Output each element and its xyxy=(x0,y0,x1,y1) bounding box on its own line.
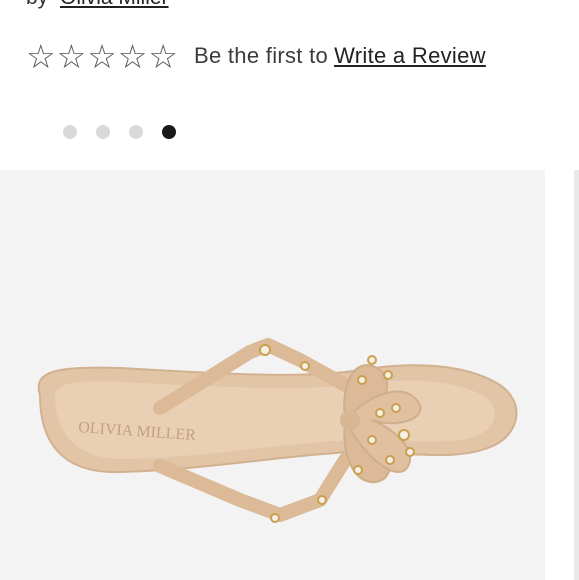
carousel-pagination xyxy=(63,125,176,139)
star-empty-icon: ☆ xyxy=(117,36,148,76)
product-image[interactable]: OLIVIA MILLER xyxy=(0,170,545,580)
carousel-dot-active[interactable] xyxy=(162,125,176,139)
next-image-peek[interactable] xyxy=(574,170,579,580)
rating-stars: ☆ ☆ ☆ ☆ ☆ xyxy=(26,40,178,73)
star-empty-icon: ☆ xyxy=(148,36,178,76)
write-review-link[interactable]: Write a Review xyxy=(334,43,486,69)
rating-row: ☆ ☆ ☆ ☆ ☆ Be the first to Write a Review xyxy=(26,36,486,76)
brand-link[interactable]: Olivia Miller xyxy=(60,0,169,9)
by-label: by xyxy=(26,0,48,9)
star-empty-icon: ☆ xyxy=(87,36,117,76)
carousel-dot[interactable] xyxy=(96,125,110,139)
brand-byline: by Olivia Miller xyxy=(26,0,169,10)
star-empty-icon: ☆ xyxy=(26,36,56,76)
carousel-dot[interactable] xyxy=(63,125,77,139)
sandal-illustration: OLIVIA MILLER xyxy=(37,338,518,523)
star-empty-icon: ☆ xyxy=(56,36,87,76)
carousel-dot[interactable] xyxy=(129,125,143,139)
review-prompt: Be the first to xyxy=(193,43,329,68)
